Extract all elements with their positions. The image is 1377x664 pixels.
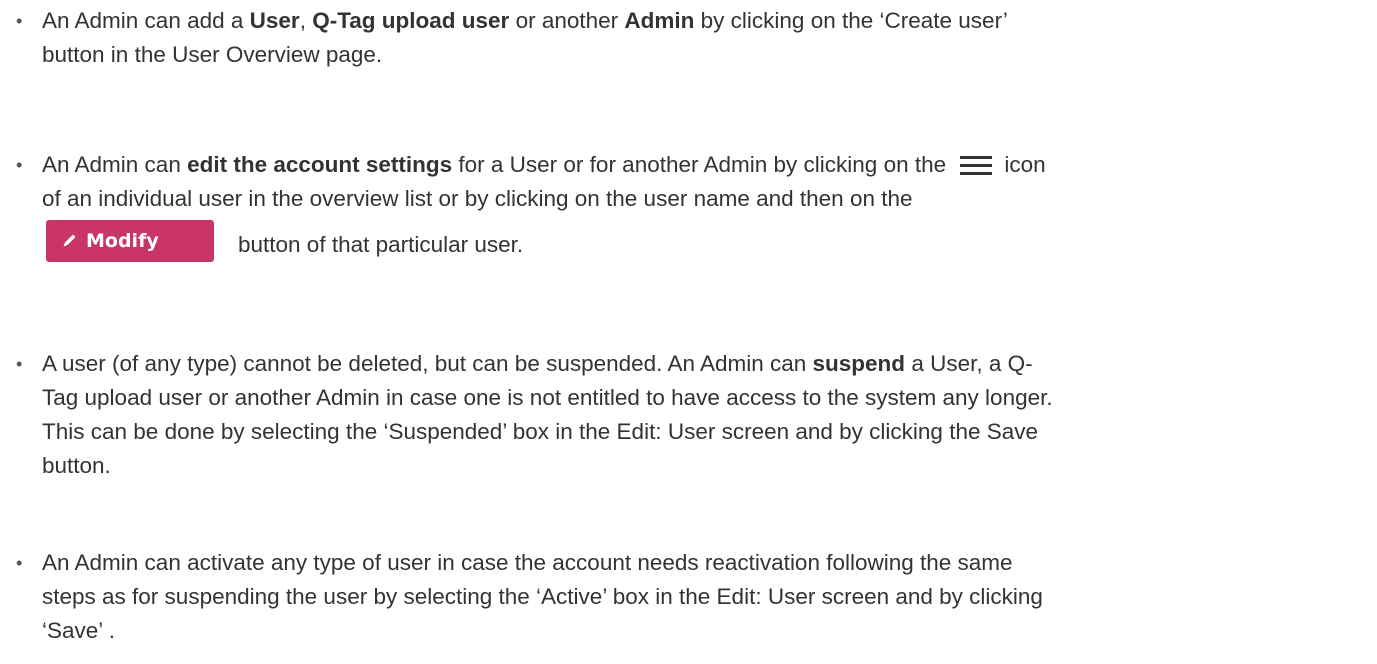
item-line: Tag upload user or another Admin in case…	[42, 385, 1053, 410]
item-line: An Admin can activate any type of user i…	[42, 550, 1013, 575]
list-item-activate: • An Admin can activate any type of user…	[16, 546, 1362, 648]
item-line: button of that particular user.	[238, 232, 524, 257]
item-line: steps as for suspending the user by sele…	[42, 584, 1043, 609]
modify-button[interactable]: Modify	[46, 220, 214, 262]
pencil-icon	[63, 234, 76, 247]
item-line: This can be done by selecting the ‘Suspe…	[42, 419, 1039, 444]
bullet: •	[16, 11, 23, 31]
item-line: An Admin can add a User, Q-Tag upload us…	[42, 8, 1008, 33]
bullet: •	[16, 553, 23, 573]
list-item-suspend: • A user (of any type) cannot be deleted…	[16, 347, 1362, 483]
item-line: button.	[42, 453, 111, 478]
modify-row: Modify button of that particular user.	[42, 216, 1362, 276]
bullet: •	[16, 155, 23, 175]
modify-button-label: Modify	[86, 230, 159, 252]
list-item-edit-settings: • An Admin can edit the account settings…	[16, 148, 1362, 276]
item-line: A user (of any type) cannot be deleted, …	[42, 351, 1033, 376]
item-line: of an individual user in the overview li…	[42, 186, 913, 211]
item-line: An Admin can edit the account settings f…	[42, 152, 1046, 177]
bullet: •	[16, 354, 23, 374]
hamburger-menu-icon	[960, 154, 993, 175]
item-line: ‘Save’ .	[42, 618, 115, 643]
list-item-add-user: • An Admin can add a User, Q-Tag upload …	[16, 4, 1362, 72]
item-line: button in the User Overview page.	[42, 42, 383, 67]
